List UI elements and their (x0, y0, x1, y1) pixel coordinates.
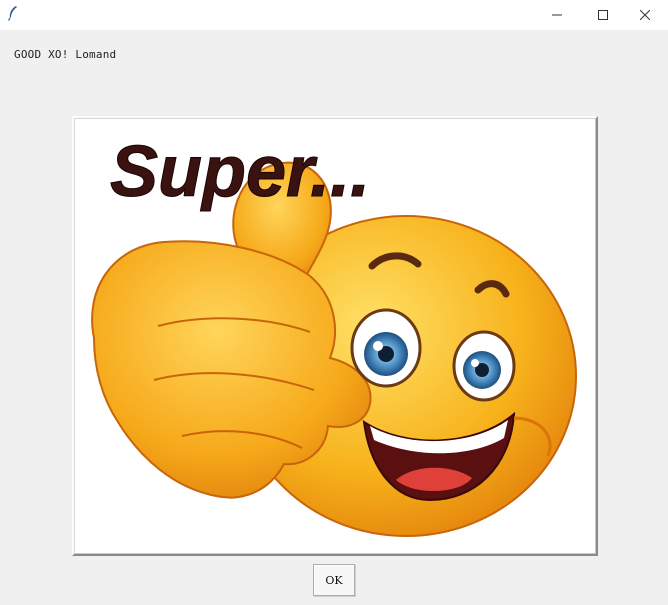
maximize-icon (598, 10, 608, 20)
title-bar (0, 0, 668, 30)
close-button[interactable] (622, 0, 668, 30)
image-caption: Super... (110, 132, 370, 212)
image-panel: Super... (72, 116, 598, 556)
maximize-button[interactable] (580, 0, 626, 30)
message-label: GOOD XO! Lomand (14, 48, 117, 61)
feather-icon (6, 5, 20, 21)
close-icon (640, 10, 650, 20)
ok-button[interactable]: OK (313, 564, 355, 596)
super-emoji-image: Super... (91, 132, 577, 537)
minimize-button[interactable] (534, 0, 580, 30)
dialog-body: GOOD XO! Lomand Super... OK (0, 30, 668, 605)
minimize-icon (552, 10, 562, 20)
